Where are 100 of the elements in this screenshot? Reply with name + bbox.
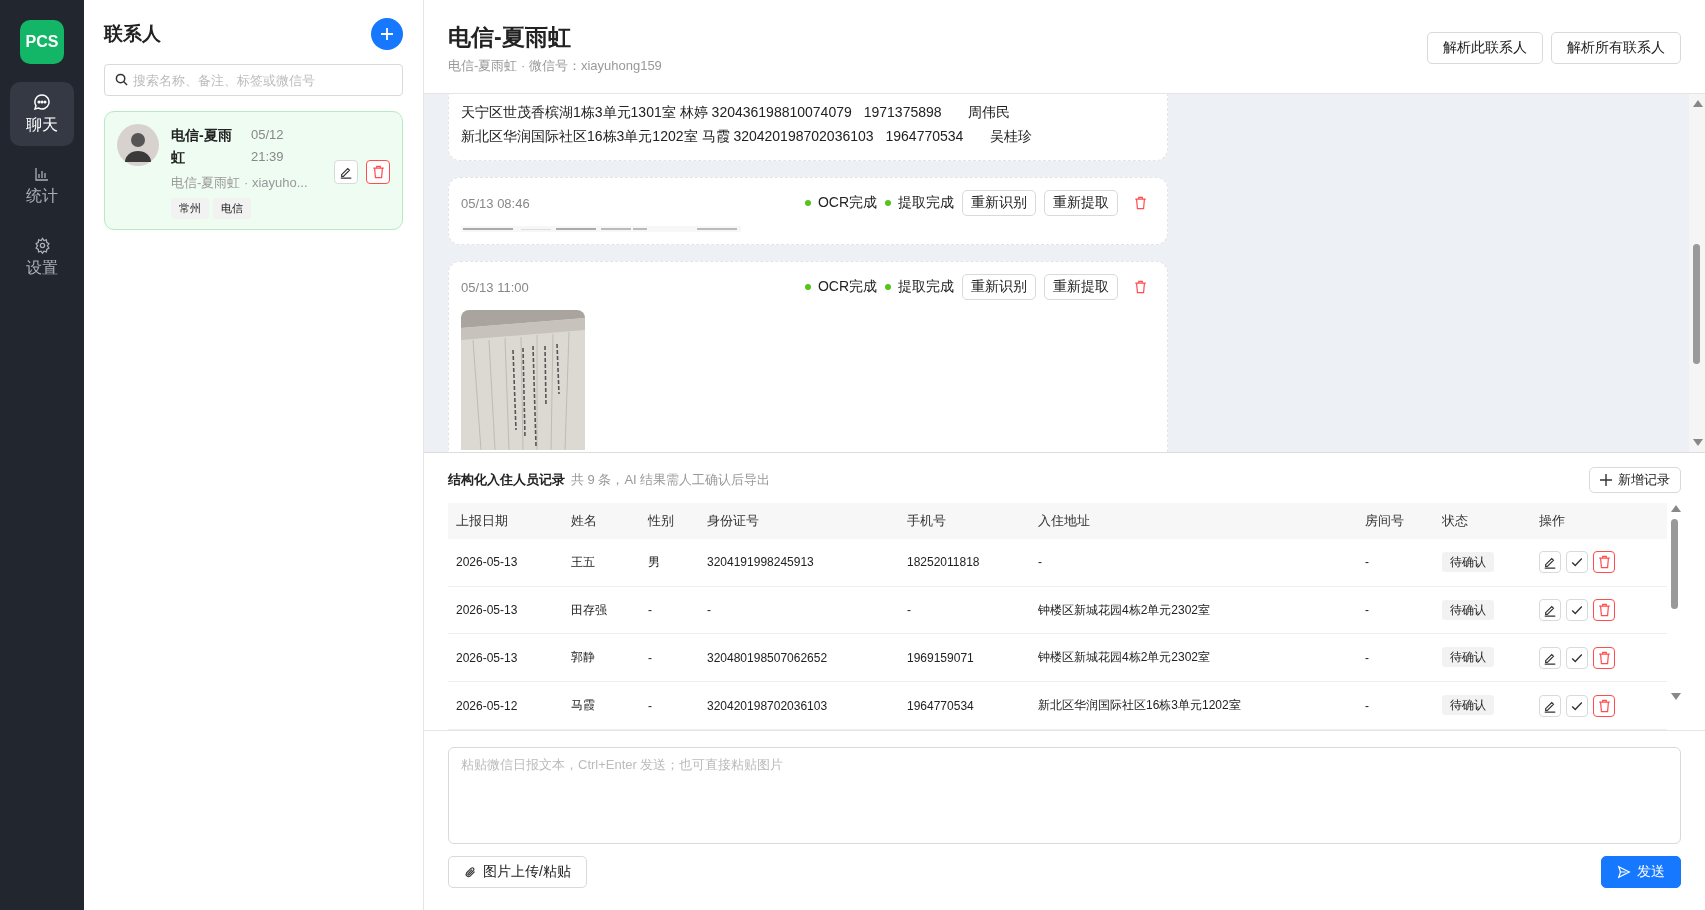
table-cell: - [640,633,699,682]
table-cell: 3204191998245913 [699,539,899,587]
table-cell: - [1357,586,1434,634]
status-tag: 待确认 [1442,695,1494,716]
table-cell: 2026-05-13 [448,586,563,634]
delete-button[interactable] [1593,646,1615,669]
confirm-button[interactable] [1566,551,1588,574]
message-text: 1971375898 [863,103,943,122]
table-cell: 田存强 [563,586,640,634]
scrollbar[interactable] [1689,94,1705,452]
trash-icon [1597,650,1611,665]
status-tag: 待确认 [1442,599,1494,620]
message-text: 林婷 320436198810074079 [679,103,853,122]
contact-tag: 电信 [213,198,251,219]
edit-button[interactable] [1539,551,1561,574]
edit-button[interactable] [1539,646,1561,669]
table-cell: - [1357,681,1434,730]
contact-tag: 常州 [171,198,209,219]
table-cell: 2026-05-13 [448,633,563,682]
chat-subtitle: 电信-夏雨虹 · 微信号：xiayuhong159 [448,57,662,75]
message-text: 吴桂珍 [989,127,1032,146]
status-label: OCR完成 [817,278,877,296]
message-time: 05/13 11:00 [461,279,530,295]
search-icon [115,73,128,86]
nav-item[interactable]: 聊天 [10,82,74,146]
table-cell: 320420198702036103 [699,681,899,730]
status-tag: 待确认 [1442,647,1494,668]
table-cell: 男 [640,539,699,587]
table-cell: - [1357,633,1434,682]
table-cell: - [699,586,899,634]
message-text: 天宁区世茂香槟湖1栋3单元1301室 [461,103,676,122]
contact-card[interactable]: 电信-夏雨虹 05/12 21:39 电信-夏雨虹 · xiayuho... 常州 电信 [104,111,403,230]
chat-icon [33,92,51,111]
send-button[interactable]: 发送 [1601,856,1681,888]
confirm-button[interactable] [1566,599,1588,622]
edit-button[interactable] [1539,599,1561,622]
nav-item[interactable]: 设置 [10,226,74,290]
column-header: 上报日期 [448,503,563,539]
add-record-button[interactable]: 新增记录 [1589,467,1681,493]
table-cell: - [640,586,699,634]
column-header: 房间号 [1357,503,1434,539]
table-cell: 郭静 [563,633,640,682]
delete-button[interactable] [1593,599,1615,622]
contact-time: 05/12 21:39 [251,126,285,166]
contact-name: 电信-夏雨虹 [171,126,233,167]
delete-button[interactable] [1593,694,1615,717]
app-logo: PCS [20,20,64,64]
panel-title: 联系人 [104,22,161,46]
table-cell: 2026-05-13 [448,539,563,587]
message-text: 1964770534 [885,127,965,146]
add-contact-button[interactable] [371,18,403,50]
trash-icon [1597,603,1611,618]
send-icon [1617,865,1631,879]
table-cell: 1969159071 [899,633,1030,682]
avatar [117,124,159,166]
retry-button[interactable]: 重新识别 [962,274,1036,300]
table-cell: - [899,586,1030,634]
column-header: 状态 [1434,503,1531,539]
column-header: 操作 [1531,503,1667,539]
message-input[interactable]: 粘贴微信日报文本，Ctrl+Enter 发送；也可直接粘贴图片 [448,747,1681,844]
parse-button[interactable]: 解析此联系人 [1427,32,1543,64]
trash-icon [1134,196,1147,210]
delete-button[interactable] [1593,551,1615,574]
retry-button[interactable]: 重新提取 [1044,190,1118,216]
delete-button[interactable] [366,159,390,184]
chat-title: 电信-夏雨虹 [448,23,572,52]
status-label: OCR完成 [817,194,877,212]
column-header: 手机号 [899,503,1030,539]
contact-subtitle: 电信-夏雨虹 · xiayuho... [171,174,309,192]
trash-icon [1597,555,1611,570]
edit-icon [1543,603,1557,618]
nav-item[interactable]: 统计 [10,154,74,218]
table-cell: 马霞 [563,681,640,730]
table-cell: 钟楼区新城花园4栋2单元2302室 [1030,586,1357,634]
paperclip-icon [464,865,477,879]
section-title: 结构化入住人员记录 [448,471,565,489]
confirm-button[interactable] [1566,646,1588,669]
trash-icon [1597,698,1611,713]
trash-icon [371,164,385,179]
table-cell: 2026-05-12 [448,681,563,730]
message-text: 新北区华润国际社区16栋3单元1202室 [461,127,698,146]
retry-button[interactable]: 重新提取 [1044,274,1118,300]
edit-button[interactable] [334,159,358,184]
edit-button[interactable] [1539,694,1561,717]
retry-button[interactable]: 重新识别 [962,190,1036,216]
table-cell: 18252011818 [899,539,1030,587]
record-summary: 共 9 条，AI 结果需人工确认后导出 [571,471,772,489]
upload-button[interactable]: 图片上传/粘贴 [448,856,587,888]
column-header: 姓名 [563,503,640,539]
table-cell: - [640,681,699,730]
settings-icon [33,237,51,254]
status-label: 提取完成 [898,194,954,212]
message-text: 周伟民 [967,103,1010,122]
parse-button[interactable]: 解析所有联系人 [1551,32,1681,64]
trash-icon [1134,280,1147,294]
column-header: 性别 [640,503,699,539]
edit-icon [1543,555,1557,570]
search-field[interactable]: 搜索名称、备注、标签或微信号 [104,64,403,96]
column-header: 身份证号 [699,503,899,539]
confirm-button[interactable] [1566,694,1588,717]
